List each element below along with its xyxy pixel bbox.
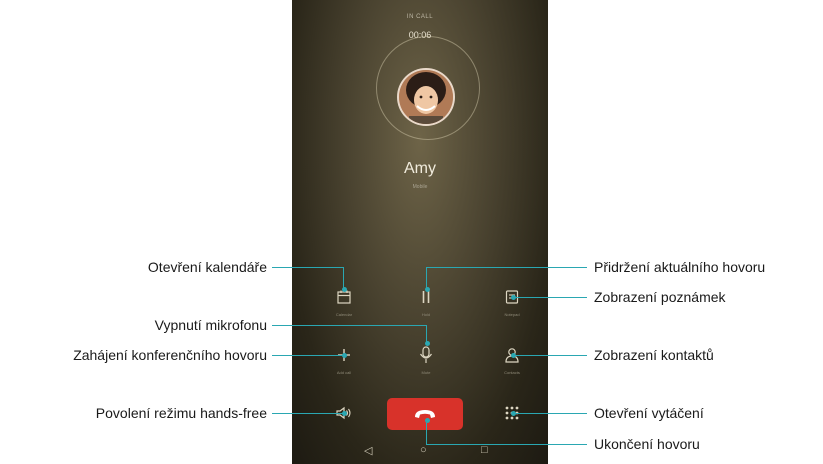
back-icon[interactable]: ◁	[364, 444, 372, 457]
call-status: IN CALL	[406, 14, 434, 20]
leader-handsfree	[272, 413, 344, 414]
leader-dot	[424, 340, 430, 346]
annotation-conference: Zahájení konferenčního hovoru	[73, 347, 267, 363]
hold-label: Hold	[421, 312, 431, 317]
contacts-label: Contacts	[504, 370, 520, 375]
caller-number-type: Mobile	[412, 184, 428, 190]
leader-hold-v	[426, 267, 427, 289]
leader-notes	[513, 297, 587, 298]
leader-mute	[272, 325, 427, 326]
leader-calendar	[272, 267, 344, 268]
leader-contacts	[513, 355, 587, 356]
leader-dialpad	[513, 413, 587, 414]
caller-name: Amy	[404, 160, 436, 177]
annotation-hold: Přidržení aktuálního hovoru	[594, 259, 766, 275]
phone-screen: IN CALL 00:06 Amy Mobile Calendar Hold N…	[292, 0, 548, 464]
leader-dot	[424, 417, 430, 423]
leader-conference	[272, 355, 344, 356]
leader-dot	[341, 410, 347, 416]
leader-dot	[510, 410, 516, 416]
leader-calendar-v	[343, 267, 344, 289]
recents-icon[interactable]: □	[481, 444, 488, 456]
leader-hold	[427, 267, 587, 268]
leader-dot	[424, 286, 430, 292]
leader-dot	[341, 352, 347, 358]
calendar-label: Calendar	[335, 312, 353, 317]
annotation-end-call: Ukončení hovoru	[594, 436, 700, 452]
annotation-handsfree: Povolení režimu hands-free	[95, 405, 267, 421]
navigation-bar: ◁ ○ □	[292, 438, 548, 464]
home-icon[interactable]: ○	[420, 444, 427, 456]
annotation-notes: Zobrazení poznámek	[594, 289, 726, 305]
leader-dot	[510, 352, 516, 358]
avatar	[397, 68, 455, 126]
annotation-dialpad: Otevření vytáčení	[594, 405, 704, 421]
leader-endcall-v	[426, 420, 427, 445]
leader-dot	[341, 286, 347, 292]
annotation-mute: Vypnutí mikrofonu	[154, 317, 267, 333]
leader-dot	[510, 294, 516, 300]
annotation-contacts: Zobrazení kontaktů	[594, 347, 714, 363]
add-call-label: Add call	[336, 370, 352, 375]
end-call-button[interactable]	[387, 398, 463, 430]
mute-label: Mute	[421, 370, 431, 375]
microphone-icon	[420, 346, 432, 363]
leader-endcall	[427, 444, 587, 445]
notepad-label: Notepad	[504, 312, 520, 317]
annotation-calendar: Otevření kalendáře	[147, 259, 267, 275]
